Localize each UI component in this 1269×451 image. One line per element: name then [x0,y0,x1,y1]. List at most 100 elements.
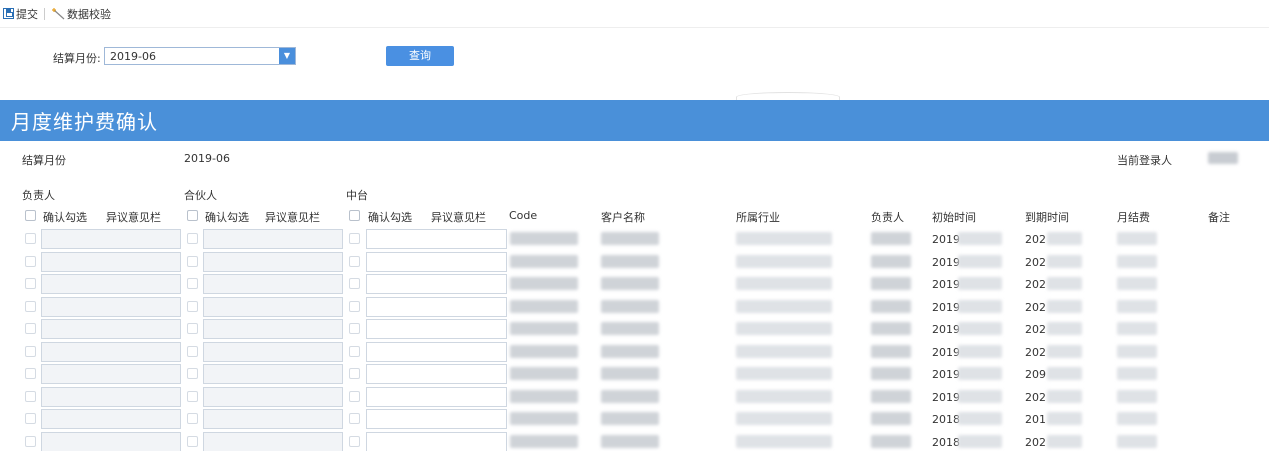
partner-confirm-checkbox[interactable] [187,255,198,267]
code-cell [510,232,578,245]
owner-objection-input[interactable] [41,364,181,384]
industry-cell [736,434,832,448]
center-confirm-checkbox[interactable] [349,390,360,402]
center-confirm-checkbox[interactable] [349,435,360,447]
owner-confirm-checkbox[interactable] [25,435,36,447]
center-confirm-checkbox[interactable] [349,413,360,424]
toolbar: 提交 数据校验 [0,0,1269,28]
center-confirm-checkbox[interactable] [349,278,360,289]
owner-confirm-checkbox[interactable] [25,278,36,289]
partner-objection-input[interactable] [203,341,343,362]
owner-objection-input[interactable] [41,431,181,451]
center-objection-input[interactable] [366,319,507,339]
header-partner-objection: 异议意见栏 [265,211,320,224]
center-confirm-checkbox[interactable] [349,368,360,379]
submit-button[interactable]: 提交 [3,6,38,22]
header-center-confirm: 确认勾选 [368,211,412,224]
month-select[interactable]: 2019-06 ▼ [104,47,296,65]
header-remark: 备注 [1208,211,1230,224]
select-all-partner-checkbox[interactable] [187,210,198,221]
partner-confirm-checkbox[interactable] [187,345,198,357]
owner-confirm-checkbox[interactable] [25,323,36,334]
partner-confirm-checkbox[interactable] [187,300,198,312]
partner-confirm-checkbox[interactable] [187,323,198,334]
table-row: 2019 202 [0,296,1269,319]
partner-confirm-checkbox[interactable] [187,368,198,379]
center-objection-input[interactable] [366,364,507,384]
select-all-center-checkbox[interactable] [349,210,360,221]
table-row: 2019 202 [0,386,1269,409]
owner-confirm-checkbox[interactable] [25,413,36,424]
header-owner-objection: 异议意见栏 [106,211,161,224]
end-time-blur [1047,299,1082,313]
center-confirm-checkbox[interactable] [349,323,360,334]
partner-objection-input[interactable] [203,319,343,339]
table-row: 2019 209 [0,363,1269,386]
chevron-down-icon[interactable]: ▼ [279,48,295,64]
owner-confirm-checkbox[interactable] [25,300,36,312]
query-button[interactable]: 查询 [386,46,454,66]
start-time-blur [958,322,1002,335]
settlement-month-value: 2019-06 [184,152,230,165]
table-row: 2019 202 [0,228,1269,251]
partner-objection-input[interactable] [203,251,343,272]
customer-cell [601,232,659,245]
owner-objection-input[interactable] [41,409,181,429]
center-objection-input[interactable] [366,409,507,429]
owner-confirm-checkbox[interactable] [25,233,36,244]
owner-confirm-checkbox[interactable] [25,368,36,379]
monthly-fee-cell [1117,412,1157,425]
header-industry: 所属行业 [736,211,780,224]
center-objection-input[interactable] [366,386,507,407]
center-objection-input[interactable] [366,229,507,249]
owner-confirm-checkbox[interactable] [25,390,36,402]
partner-objection-input[interactable] [203,296,343,317]
start-time-cell: 2018 [932,413,960,426]
industry-cell [736,344,832,358]
owner-objection-input[interactable] [41,274,181,294]
validate-label: 数据校验 [67,7,111,21]
center-objection-input[interactable] [366,341,507,362]
owner-confirm-checkbox[interactable] [25,255,36,267]
start-time-blur [958,367,1002,380]
partner-objection-input[interactable] [203,409,343,429]
start-time-cell: 2018 [932,435,960,449]
center-objection-input[interactable] [366,251,507,272]
owner-objection-input[interactable] [41,386,181,407]
owner-objection-input[interactable] [41,251,181,272]
monthly-fee-cell [1117,434,1157,448]
center-confirm-checkbox[interactable] [349,233,360,244]
table-row: 2019 202 [0,318,1269,341]
end-time-blur [1047,277,1082,290]
partner-confirm-checkbox[interactable] [187,413,198,424]
partner-confirm-checkbox[interactable] [187,390,198,402]
partner-confirm-checkbox[interactable] [187,233,198,244]
validate-button[interactable]: 数据校验 [51,6,111,22]
owner-objection-input[interactable] [41,229,181,249]
partner-objection-input[interactable] [203,229,343,249]
submit-label: 提交 [16,7,38,21]
owner-objection-input[interactable] [41,296,181,317]
owner-objection-input[interactable] [41,319,181,339]
owner-objection-input[interactable] [41,341,181,362]
owner-confirm-checkbox[interactable] [25,345,36,357]
owner-cell [871,434,911,448]
center-objection-input[interactable] [366,274,507,294]
partner-objection-input[interactable] [203,364,343,384]
code-cell [510,344,578,358]
center-confirm-checkbox[interactable] [349,255,360,267]
center-confirm-checkbox[interactable] [349,300,360,312]
partner-objection-input[interactable] [203,431,343,451]
wand-icon [52,7,65,19]
start-time-cell: 2019 [932,345,960,359]
partner-objection-input[interactable] [203,274,343,294]
center-objection-input[interactable] [366,296,507,317]
save-icon [3,8,14,19]
partner-confirm-checkbox[interactable] [187,435,198,447]
owner-cell [871,254,911,268]
partner-confirm-checkbox[interactable] [187,278,198,289]
center-confirm-checkbox[interactable] [349,345,360,357]
center-objection-input[interactable] [366,431,507,451]
select-all-owner-checkbox[interactable] [25,210,36,221]
partner-objection-input[interactable] [203,386,343,407]
